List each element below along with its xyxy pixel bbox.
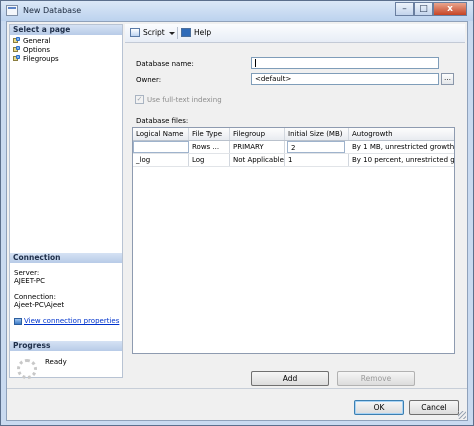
database-files-label: Database files: <box>136 117 189 125</box>
grid-header: Logical Name File Type Filegroup Initial… <box>133 128 454 141</box>
column-header-file-type[interactable]: File Type <box>189 128 230 140</box>
add-button[interactable]: Add <box>251 371 329 386</box>
ok-button[interactable]: OK <box>354 400 404 415</box>
page-item-label: Filegroups <box>23 54 59 63</box>
help-icon <box>181 28 191 37</box>
owner-input[interactable]: <default> <box>251 73 439 85</box>
connection-value: Ajeet-PC\Ajeet <box>14 301 65 309</box>
database-name-input[interactable] <box>251 57 439 69</box>
connection-label: Connection: <box>14 293 56 301</box>
column-header-logical-name[interactable]: Logical Name <box>133 128 189 140</box>
table-row[interactable]: _log Log Not Applicable 1 By 10 percent,… <box>133 154 454 167</box>
window-controls: – □ x <box>395 2 467 17</box>
dialog-client-area: Select a page General Options Filegroups… <box>6 21 468 421</box>
page-icon <box>13 37 21 44</box>
server-value: AJEET-PC <box>14 277 45 285</box>
cancel-button[interactable]: Cancel <box>409 400 459 415</box>
ok-button-label: OK <box>373 403 385 412</box>
bottom-separator <box>7 388 467 389</box>
page-item-options[interactable]: Options <box>13 45 50 54</box>
initial-size-cell[interactable]: 1 <box>285 154 349 166</box>
cancel-button-label: Cancel <box>421 403 447 412</box>
autogrowth-cell[interactable]: By 1 MB, unrestricted growth <box>349 141 454 153</box>
file-type-cell[interactable]: Rows ... <box>189 141 230 153</box>
database-name-label: Database name: <box>136 60 194 68</box>
connection-properties-icon <box>14 317 22 325</box>
view-connection-properties[interactable]: View connection properties <box>14 317 119 325</box>
connection-header: Connection <box>10 253 122 263</box>
add-button-label: Add <box>282 374 298 383</box>
window-title: New Database <box>23 6 82 15</box>
text-cursor <box>255 59 256 67</box>
table-row[interactable]: Rows ... PRIMARY 2 By 1 MB, unrestricted… <box>133 141 454 154</box>
help-button[interactable]: Help <box>181 28 211 37</box>
minimize-button[interactable]: – <box>395 2 414 16</box>
window-icon <box>6 5 18 16</box>
database-files-grid[interactable]: Logical Name File Type Filegroup Initial… <box>132 127 455 354</box>
maximize-button[interactable]: □ <box>414 2 433 16</box>
logical-name-cell[interactable]: _log <box>133 154 189 166</box>
remove-button[interactable]: Remove <box>337 371 415 386</box>
toolbar: Script Help <box>125 24 465 43</box>
remove-button-label: Remove <box>360 374 392 383</box>
filegroup-cell[interactable]: PRIMARY <box>230 141 285 153</box>
help-label: Help <box>194 28 212 37</box>
progress-spinner-icon <box>17 359 37 379</box>
column-header-filegroup[interactable]: Filegroup <box>230 128 285 140</box>
fulltext-checkbox[interactable]: ✓ <box>135 95 144 104</box>
fulltext-label: Use full-text indexing <box>147 96 222 104</box>
new-database-dialog: New Database – □ x Select a page General… <box>0 0 474 426</box>
page-item-filegroups[interactable]: Filegroups <box>13 54 59 63</box>
script-icon <box>130 28 140 37</box>
page-icon <box>13 46 21 53</box>
script-dropdown-arrow-icon[interactable] <box>169 32 175 35</box>
owner-label: Owner: <box>136 76 162 84</box>
select-page-header: Select a page <box>10 25 122 35</box>
page-icon <box>13 55 21 62</box>
script-button[interactable]: Script <box>130 28 165 37</box>
progress-status: Ready <box>45 358 67 366</box>
owner-browse-button[interactable]: … <box>441 73 454 85</box>
filegroup-cell[interactable]: Not Applicable <box>230 154 285 166</box>
close-button[interactable]: x <box>433 2 467 16</box>
progress-header: Progress <box>10 341 122 351</box>
left-pane: Select a page General Options Filegroups… <box>9 24 123 379</box>
server-label: Server: <box>14 269 40 277</box>
view-connection-link[interactable]: View connection properties <box>24 317 119 325</box>
column-header-initial-size[interactable]: Initial Size (MB) <box>285 128 349 140</box>
page-item-label: General <box>23 36 51 45</box>
page-item-general[interactable]: General <box>13 36 51 45</box>
page-item-label: Options <box>23 45 51 54</box>
script-label: Script <box>143 28 165 37</box>
logical-name-cell[interactable] <box>133 141 189 153</box>
initial-size-cell[interactable]: 2 <box>287 141 345 153</box>
title-bar: New Database – □ x <box>1 1 473 21</box>
toolbar-separator <box>177 27 178 39</box>
resize-grip[interactable] <box>458 411 466 419</box>
column-header-autogrowth[interactable]: Autogrowth <box>349 128 454 140</box>
file-type-cell[interactable]: Log <box>189 154 230 166</box>
autogrowth-cell[interactable]: By 10 percent, unrestricted growth <box>349 154 454 166</box>
